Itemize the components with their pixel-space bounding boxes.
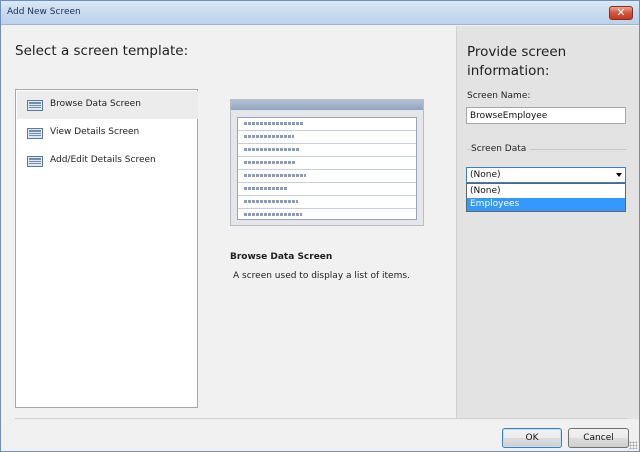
- screen-data-selected-value: (None): [470, 170, 501, 180]
- grid-screen-icon: [27, 100, 43, 111]
- edit-screen-icon: [27, 156, 43, 167]
- preview-row: [238, 196, 416, 209]
- template-item-label: View Details Screen: [50, 127, 140, 137]
- dropdown-option-employees[interactable]: Employees: [467, 198, 625, 211]
- preview-row: [238, 131, 416, 144]
- close-button[interactable]: ✕: [609, 6, 633, 20]
- chevron-down-icon[interactable]: [616, 173, 622, 177]
- resize-grip-icon[interactable]: [629, 441, 637, 449]
- preview-table: [237, 117, 417, 220]
- screen-data-label: Screen Data: [471, 144, 531, 154]
- screen-data-dropdown-list[interactable]: (None) Employees: [466, 183, 626, 212]
- template-list[interactable]: Browse Data Screen View Details Screen A…: [15, 89, 198, 408]
- close-icon: ✕: [616, 6, 626, 19]
- template-item-label: Add/Edit Details Screen: [50, 155, 156, 165]
- screen-info-panel: [456, 26, 639, 419]
- template-item-label: Browse Data Screen: [50, 99, 141, 109]
- template-item-add-edit-details[interactable]: Add/Edit Details Screen: [17, 147, 198, 175]
- template-item-browse-data[interactable]: Browse Data Screen: [17, 91, 198, 119]
- dropdown-option-none[interactable]: (None): [467, 185, 625, 198]
- ok-button[interactable]: OK: [502, 428, 562, 448]
- add-new-screen-dialog: Add New Screen ✕ Select a screen templat…: [0, 0, 640, 452]
- preview-row: [238, 183, 416, 196]
- template-preview-image: [230, 99, 424, 226]
- preview-row: [238, 157, 416, 170]
- title-bar[interactable]: Add New Screen ✕: [1, 1, 639, 25]
- screen-name-input[interactable]: [466, 107, 626, 124]
- preview-row: [238, 209, 416, 222]
- screen-name-label: Screen Name:: [467, 91, 531, 101]
- template-heading: Select a screen template:: [15, 43, 189, 59]
- screen-info-heading: Provide screen information:: [467, 44, 567, 79]
- template-item-view-details[interactable]: View Details Screen: [17, 119, 198, 147]
- footer-divider: [15, 418, 627, 419]
- preview-row: [238, 118, 416, 131]
- preview-row: [238, 144, 416, 157]
- preview-row: [238, 170, 416, 183]
- window-title: Add New Screen: [7, 7, 81, 17]
- details-screen-icon: [27, 128, 43, 139]
- template-description-title: Browse Data Screen: [230, 252, 333, 262]
- cancel-button[interactable]: Cancel: [568, 428, 629, 448]
- template-description-text: A screen used to display a list of items…: [233, 271, 410, 281]
- preview-title-bar: [231, 100, 423, 110]
- screen-data-select[interactable]: (None): [466, 167, 626, 183]
